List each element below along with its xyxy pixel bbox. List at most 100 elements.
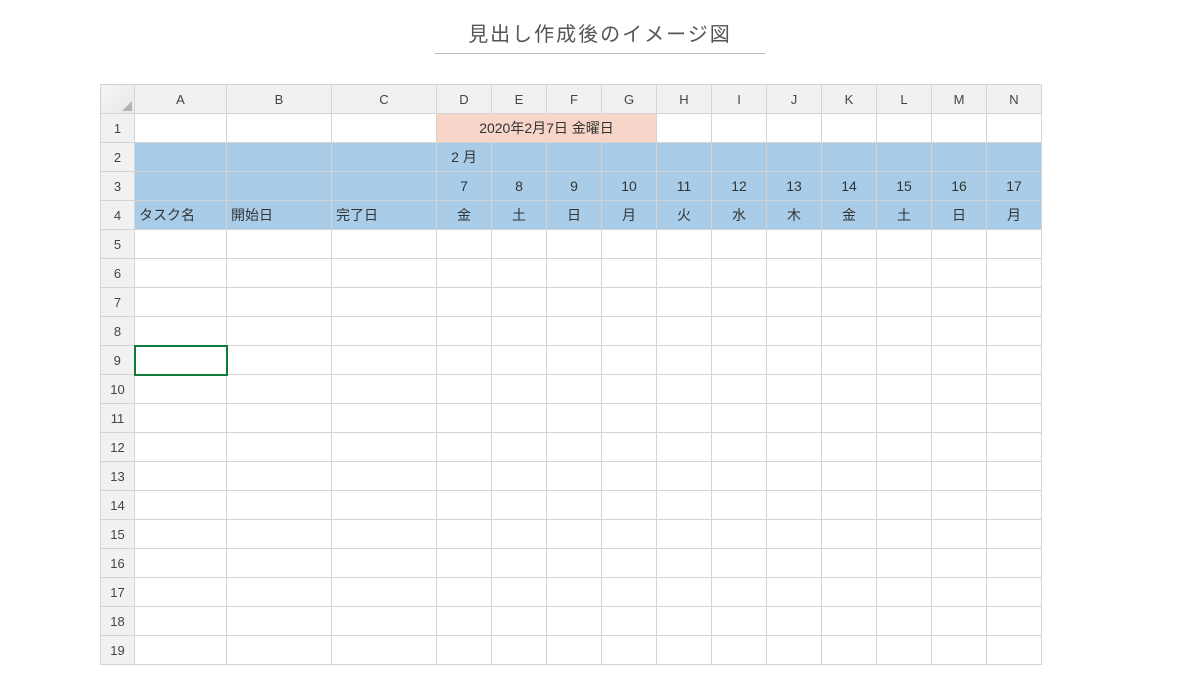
cell[interactable] — [822, 288, 877, 317]
cell[interactable] — [332, 607, 437, 636]
cell[interactable] — [135, 259, 227, 288]
cell[interactable] — [437, 607, 492, 636]
cell[interactable] — [657, 114, 712, 143]
cell[interactable] — [227, 375, 332, 404]
cell[interactable] — [657, 288, 712, 317]
cell[interactable] — [332, 114, 437, 143]
cell[interactable] — [712, 636, 767, 665]
cell[interactable] — [987, 520, 1042, 549]
cell[interactable] — [547, 462, 602, 491]
cell[interactable] — [767, 259, 822, 288]
cell[interactable] — [987, 288, 1042, 317]
cell[interactable] — [932, 462, 987, 491]
cell[interactable] — [877, 578, 932, 607]
cell[interactable] — [877, 375, 932, 404]
cell[interactable] — [602, 143, 657, 172]
col-header[interactable]: D — [437, 85, 492, 114]
cell[interactable] — [767, 317, 822, 346]
cell[interactable] — [657, 404, 712, 433]
cell[interactable] — [602, 404, 657, 433]
weekday-cell[interactable]: 水 — [712, 201, 767, 230]
cell[interactable] — [822, 404, 877, 433]
cell[interactable] — [822, 462, 877, 491]
cell[interactable] — [492, 375, 547, 404]
cell[interactable] — [227, 172, 332, 201]
weekday-cell[interactable]: 金 — [437, 201, 492, 230]
cell[interactable] — [712, 520, 767, 549]
col-header[interactable]: M — [932, 85, 987, 114]
cell[interactable] — [987, 317, 1042, 346]
cell[interactable] — [227, 143, 332, 172]
cell[interactable] — [492, 433, 547, 462]
cell[interactable] — [987, 549, 1042, 578]
cell[interactable] — [822, 636, 877, 665]
grid[interactable]: A B C D E F G H I J K L M N 1 2020年2月7日 … — [100, 84, 1042, 665]
cell[interactable] — [492, 288, 547, 317]
col-header[interactable]: F — [547, 85, 602, 114]
cell[interactable] — [657, 549, 712, 578]
cell[interactable] — [987, 491, 1042, 520]
col-header[interactable]: I — [712, 85, 767, 114]
cell[interactable] — [135, 288, 227, 317]
cell[interactable] — [712, 491, 767, 520]
cell[interactable] — [657, 491, 712, 520]
cell[interactable] — [932, 520, 987, 549]
cell[interactable] — [332, 346, 437, 375]
day-number-cell[interactable]: 8 — [492, 172, 547, 201]
cell[interactable] — [767, 346, 822, 375]
cell[interactable] — [712, 433, 767, 462]
cell[interactable] — [547, 520, 602, 549]
day-number-cell[interactable]: 12 — [712, 172, 767, 201]
cell[interactable] — [135, 549, 227, 578]
cell[interactable] — [492, 346, 547, 375]
day-number-cell[interactable]: 15 — [877, 172, 932, 201]
col-header[interactable]: L — [877, 85, 932, 114]
cell[interactable] — [332, 288, 437, 317]
cell[interactable] — [657, 462, 712, 491]
col-header[interactable]: E — [492, 85, 547, 114]
cell[interactable] — [657, 346, 712, 375]
col-header[interactable]: N — [987, 85, 1042, 114]
cell[interactable] — [932, 491, 987, 520]
cell[interactable] — [712, 375, 767, 404]
cell[interactable] — [822, 578, 877, 607]
cell[interactable] — [822, 346, 877, 375]
cell[interactable] — [987, 462, 1042, 491]
cell[interactable] — [602, 346, 657, 375]
cell[interactable] — [227, 259, 332, 288]
cell[interactable] — [602, 607, 657, 636]
col-header[interactable]: K — [822, 85, 877, 114]
cell[interactable] — [822, 114, 877, 143]
weekday-cell[interactable]: 日 — [547, 201, 602, 230]
cell[interactable] — [227, 578, 332, 607]
cell[interactable] — [602, 259, 657, 288]
cell[interactable] — [822, 433, 877, 462]
cell[interactable] — [332, 636, 437, 665]
cell[interactable] — [932, 549, 987, 578]
cell[interactable] — [822, 375, 877, 404]
cell[interactable] — [657, 317, 712, 346]
cell[interactable] — [547, 491, 602, 520]
cell[interactable] — [135, 404, 227, 433]
cell[interactable] — [437, 462, 492, 491]
cell[interactable] — [712, 607, 767, 636]
cell[interactable] — [877, 433, 932, 462]
cell[interactable] — [602, 433, 657, 462]
cell[interactable] — [492, 520, 547, 549]
cell[interactable] — [767, 433, 822, 462]
cell[interactable] — [877, 491, 932, 520]
cell[interactable] — [547, 288, 602, 317]
row-header[interactable]: 10 — [101, 375, 135, 404]
weekday-cell[interactable]: 土 — [492, 201, 547, 230]
cell[interactable] — [135, 375, 227, 404]
cell[interactable] — [767, 491, 822, 520]
cell[interactable] — [877, 549, 932, 578]
cell[interactable] — [987, 375, 1042, 404]
cell[interactable] — [492, 607, 547, 636]
cell[interactable] — [657, 375, 712, 404]
cell[interactable] — [712, 143, 767, 172]
cell[interactable] — [437, 549, 492, 578]
end-header-cell[interactable]: 完了日 — [332, 201, 437, 230]
cell[interactable] — [227, 230, 332, 259]
cell[interactable] — [602, 288, 657, 317]
